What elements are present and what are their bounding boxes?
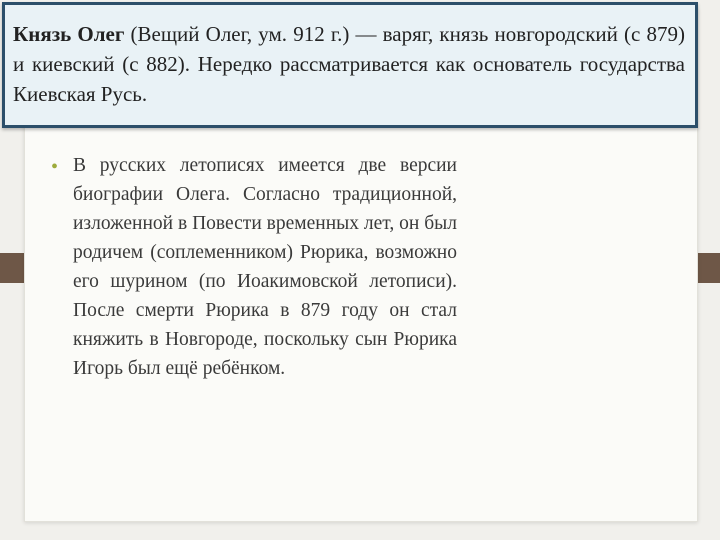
- title-bold: Князь Олег: [13, 22, 125, 46]
- bullet-text: В русских летописях имеется две версии б…: [73, 155, 457, 379]
- title-box: Князь Олег (Вещий Олег, ум. 912 г.) — ва…: [2, 2, 698, 128]
- bullet-list: • В русских летописях имеется две версии…: [51, 151, 457, 383]
- title-text: Князь Олег (Вещий Олег, ум. 912 г.) — ва…: [13, 19, 685, 109]
- bullet-dot-icon: •: [51, 156, 59, 178]
